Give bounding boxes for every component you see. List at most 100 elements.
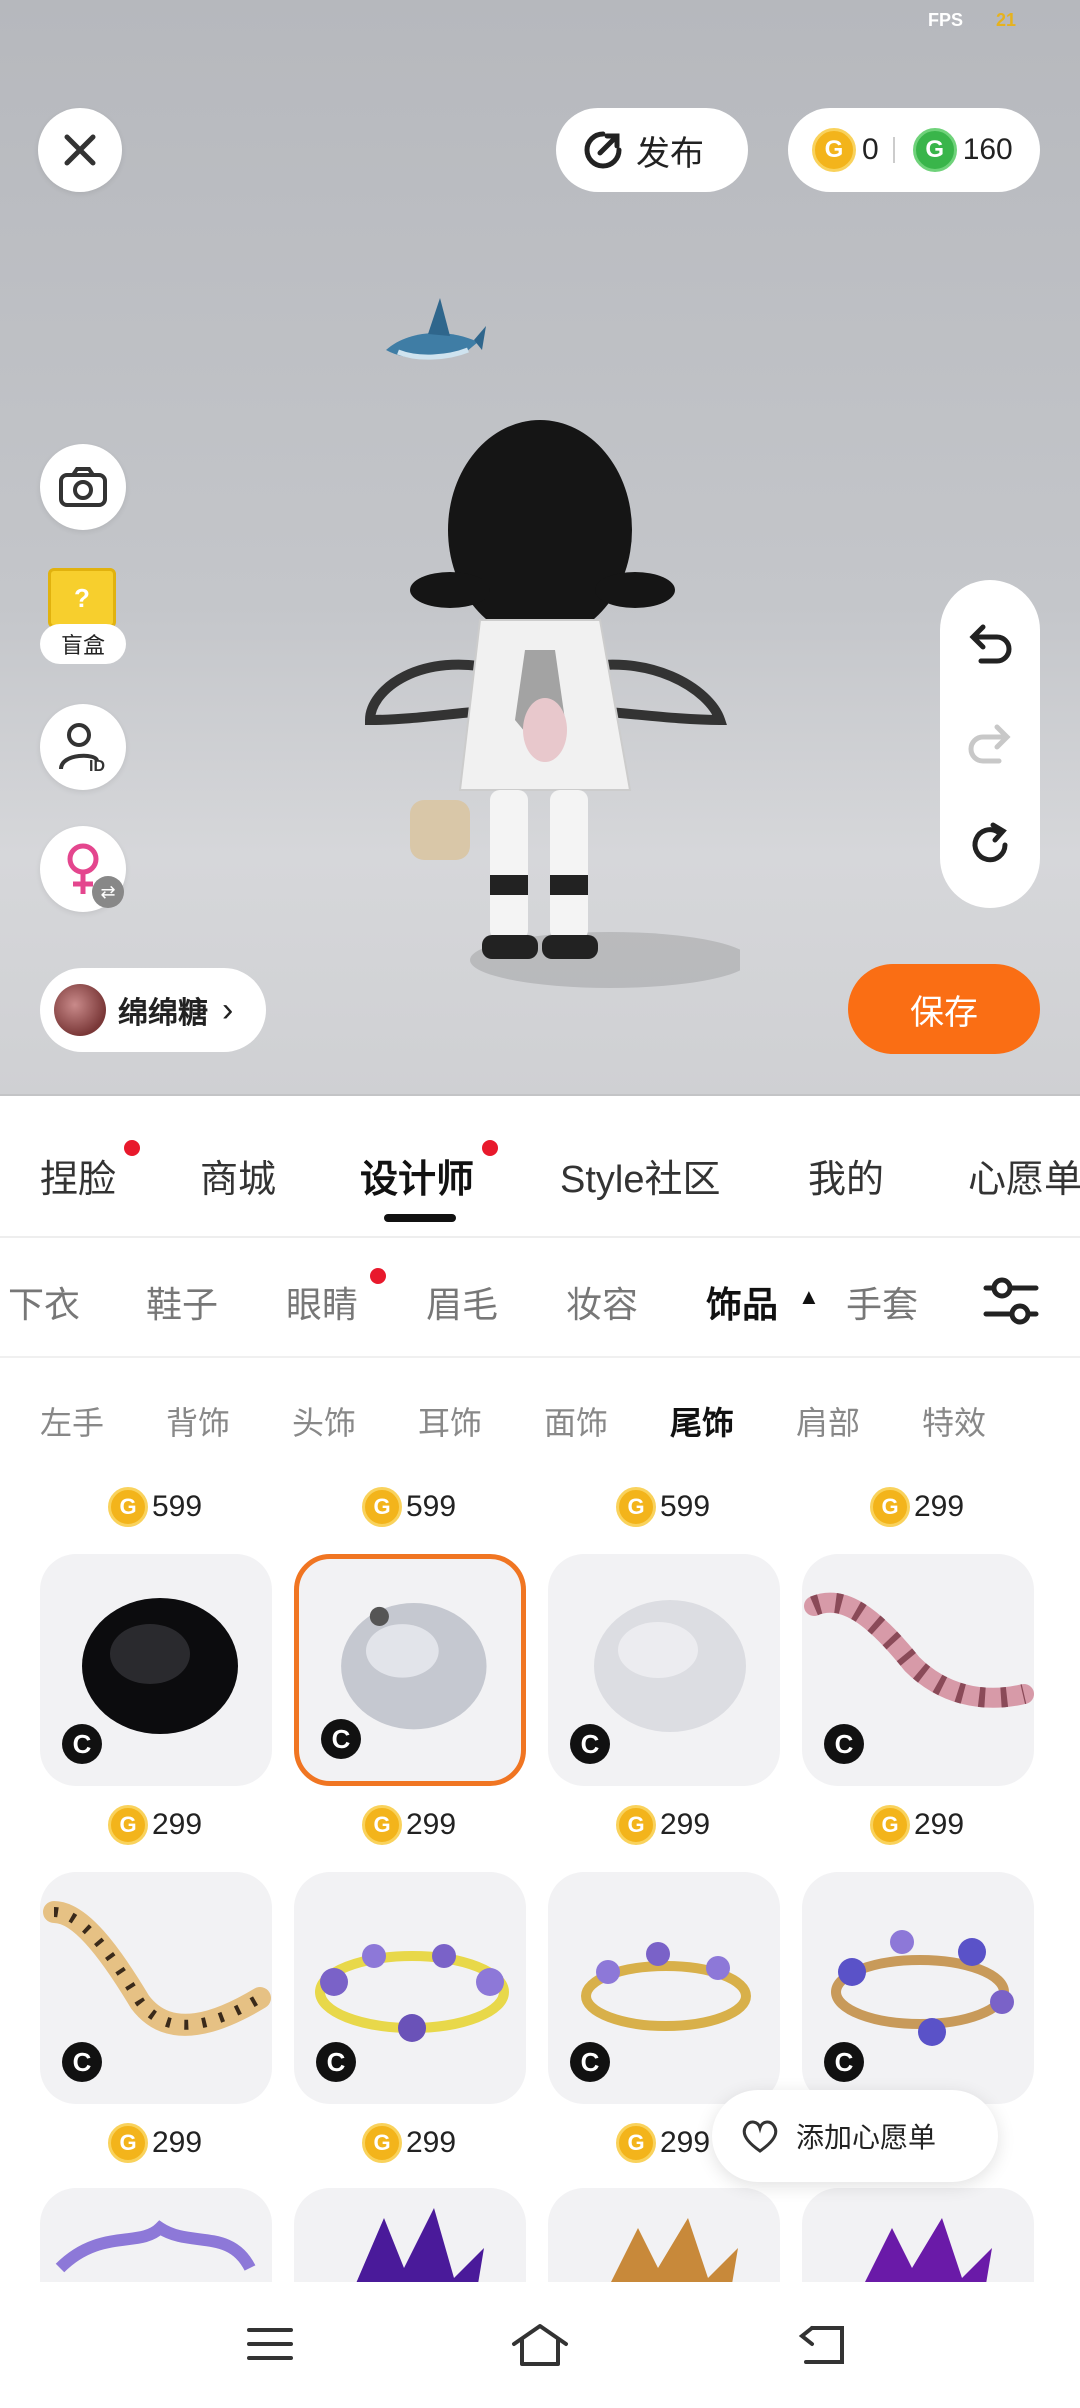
item-thumb — [611, 2218, 738, 2282]
creator-badge-icon: C — [321, 1719, 361, 1759]
back-button[interactable] — [792, 2312, 856, 2376]
gold-coin-icon: G — [108, 1805, 148, 1845]
green-balance: 160 — [962, 133, 1013, 166]
currency-display[interactable]: G 0 G 160 — [788, 108, 1040, 192]
category-eyes[interactable]: 眼睛 — [286, 1276, 358, 1328]
camera-button[interactable] — [40, 444, 126, 530]
tab-face[interactable]: 捏脸 — [40, 1148, 116, 1203]
reset-icon[interactable] — [967, 821, 1013, 867]
price-value: 599 — [660, 1490, 711, 1523]
gender-switch-button[interactable]: ⇄ — [40, 826, 126, 912]
item-card-black-fluffy-tail[interactable]: C — [40, 1554, 272, 1786]
tab-designer-dot — [482, 1140, 498, 1156]
tab-mine[interactable]: 我的 — [808, 1148, 884, 1203]
price-value: 299 — [914, 1808, 965, 1841]
creator-badge-icon: C — [824, 2042, 864, 2082]
item-card-partial[interactable] — [548, 2188, 780, 2282]
category-shoes[interactable]: 鞋子 — [146, 1276, 218, 1328]
fps-label: FPS — [928, 10, 964, 30]
tab-designer[interactable]: 设计师 — [360, 1148, 474, 1203]
home-button[interactable] — [508, 2312, 572, 2376]
item-card-purple-flower-halo-2[interactable]: C — [548, 1872, 780, 2104]
item-card-purple-flower-halo-3[interactable]: C — [802, 1872, 1034, 2104]
category-gloves[interactable]: 手套 — [846, 1276, 918, 1328]
subtab-shoulder[interactable]: 肩部 — [796, 1398, 860, 1444]
price-value: 599 — [406, 1490, 457, 1523]
subtab-tail[interactable]: 尾饰 — [670, 1398, 734, 1444]
subtab-effects[interactable]: 特效 — [922, 1398, 986, 1444]
subtab-face[interactable]: 面饰 — [544, 1398, 608, 1444]
svg-text:ID: ID — [89, 758, 105, 773]
user-chip[interactable]: 绵绵糖 › — [40, 968, 266, 1052]
price-tag: G299 — [870, 1482, 964, 1532]
save-button[interactable]: 保存 — [848, 964, 1040, 1054]
price-tag: G299 — [108, 2118, 202, 2168]
creator-badge-icon: C — [570, 2042, 610, 2082]
creator-badge-icon: C — [316, 2042, 356, 2082]
item-card-leopard-tail[interactable]: C — [40, 1872, 272, 2104]
price-tag: G299 — [108, 1800, 202, 1850]
gold-coin-icon: G — [616, 1805, 656, 1845]
undo-icon[interactable] — [967, 621, 1013, 667]
gold-coin-icon: G — [108, 2123, 148, 2163]
category-bottoms[interactable]: 下衣 — [8, 1276, 80, 1328]
fps-value: 21 — [996, 10, 1017, 30]
filter-icon[interactable] — [980, 1270, 1042, 1332]
category-accessories[interactable]: 饰品 — [706, 1276, 778, 1328]
item-card-pink-striped-tail[interactable]: C — [802, 1554, 1034, 1786]
menu-button[interactable] — [238, 2312, 302, 2376]
blindbox-button[interactable]: ? 盲盒 — [40, 568, 126, 668]
avatar-figure[interactable] — [360, 420, 740, 1040]
home-icon — [512, 2324, 568, 2366]
shark-pet[interactable] — [378, 290, 488, 380]
redo-icon[interactable] — [967, 721, 1013, 767]
tab-face-dot — [124, 1140, 140, 1156]
item-card-gray-fluffy-tail[interactable]: C — [294, 1554, 526, 1786]
price-tag: G299 — [616, 1800, 710, 1850]
caret-up-icon: ▲ — [798, 1284, 820, 1309]
tab-wishlist[interactable]: 心愿单 — [968, 1148, 1080, 1203]
gold-balance: 0 — [862, 133, 879, 166]
subtab-ear[interactable]: 耳饰 — [418, 1398, 482, 1444]
currency-divider — [892, 137, 895, 163]
profile-id-button[interactable]: ID — [40, 704, 126, 790]
subtab-left-hand[interactable]: 左手 — [40, 1398, 104, 1444]
gold-coin-icon: G — [362, 1487, 402, 1527]
gold-coin-icon: G — [616, 2123, 656, 2163]
price-value: 299 — [660, 1808, 711, 1841]
close-button[interactable] — [38, 108, 122, 192]
swap-icon: ⇄ — [92, 876, 124, 908]
user-id-icon: ID — [59, 723, 105, 773]
menu-icon — [247, 2328, 293, 2360]
creator-badge-icon: C — [824, 1724, 864, 1764]
close-icon — [64, 134, 96, 166]
add-to-wishlist-button[interactable]: 添加心愿单 — [712, 2090, 998, 2182]
green-coin-icon: G — [912, 128, 957, 172]
item-card-partial[interactable] — [802, 2188, 1034, 2282]
gold-coin-icon: G — [616, 1487, 656, 1527]
avatar-scene[interactable]: FPS 21 发布 G 0 G 160 ? 盲盒 ID ⇄ 绵绵糖 › 保存 — [0, 0, 1080, 1096]
tab-mall[interactable]: 商城 — [200, 1148, 276, 1203]
avatar — [54, 984, 106, 1036]
gold-coin-icon: G — [362, 1805, 402, 1845]
price-tag: G299 — [362, 2118, 456, 2168]
item-card-partial[interactable] — [294, 2188, 526, 2282]
subtab-head[interactable]: 头饰 — [292, 1398, 356, 1444]
publish-button[interactable]: 发布 — [556, 108, 748, 192]
item-thumb — [55, 2220, 256, 2273]
price-value: 299 — [914, 1490, 965, 1523]
active-tab-indicator — [384, 1214, 456, 1222]
edit-history-panel — [940, 580, 1040, 908]
price-value: 299 — [660, 2126, 711, 2159]
price-value: 299 — [152, 2126, 203, 2159]
category-brows[interactable]: 眉毛 — [426, 1276, 498, 1328]
subcategory-tab-bar: 左手 背饰 头饰 耳饰 面饰 尾饰 肩部 特效 — [0, 1360, 1080, 1468]
item-card-purple-flower-halo-1[interactable]: C — [294, 1872, 526, 2104]
main-tab-bar: 捏脸 商城 设计师 Style社区 我的 心愿单 — [0, 1096, 1080, 1238]
item-card-partial[interactable] — [40, 2188, 272, 2282]
price-tag: G299 — [616, 2118, 710, 2168]
subtab-back[interactable]: 背饰 — [166, 1398, 230, 1444]
category-makeup[interactable]: 妆容 — [566, 1276, 638, 1328]
tab-style-community[interactable]: Style社区 — [560, 1148, 720, 1203]
item-card-white-fluffy-tail[interactable]: C — [548, 1554, 780, 1786]
